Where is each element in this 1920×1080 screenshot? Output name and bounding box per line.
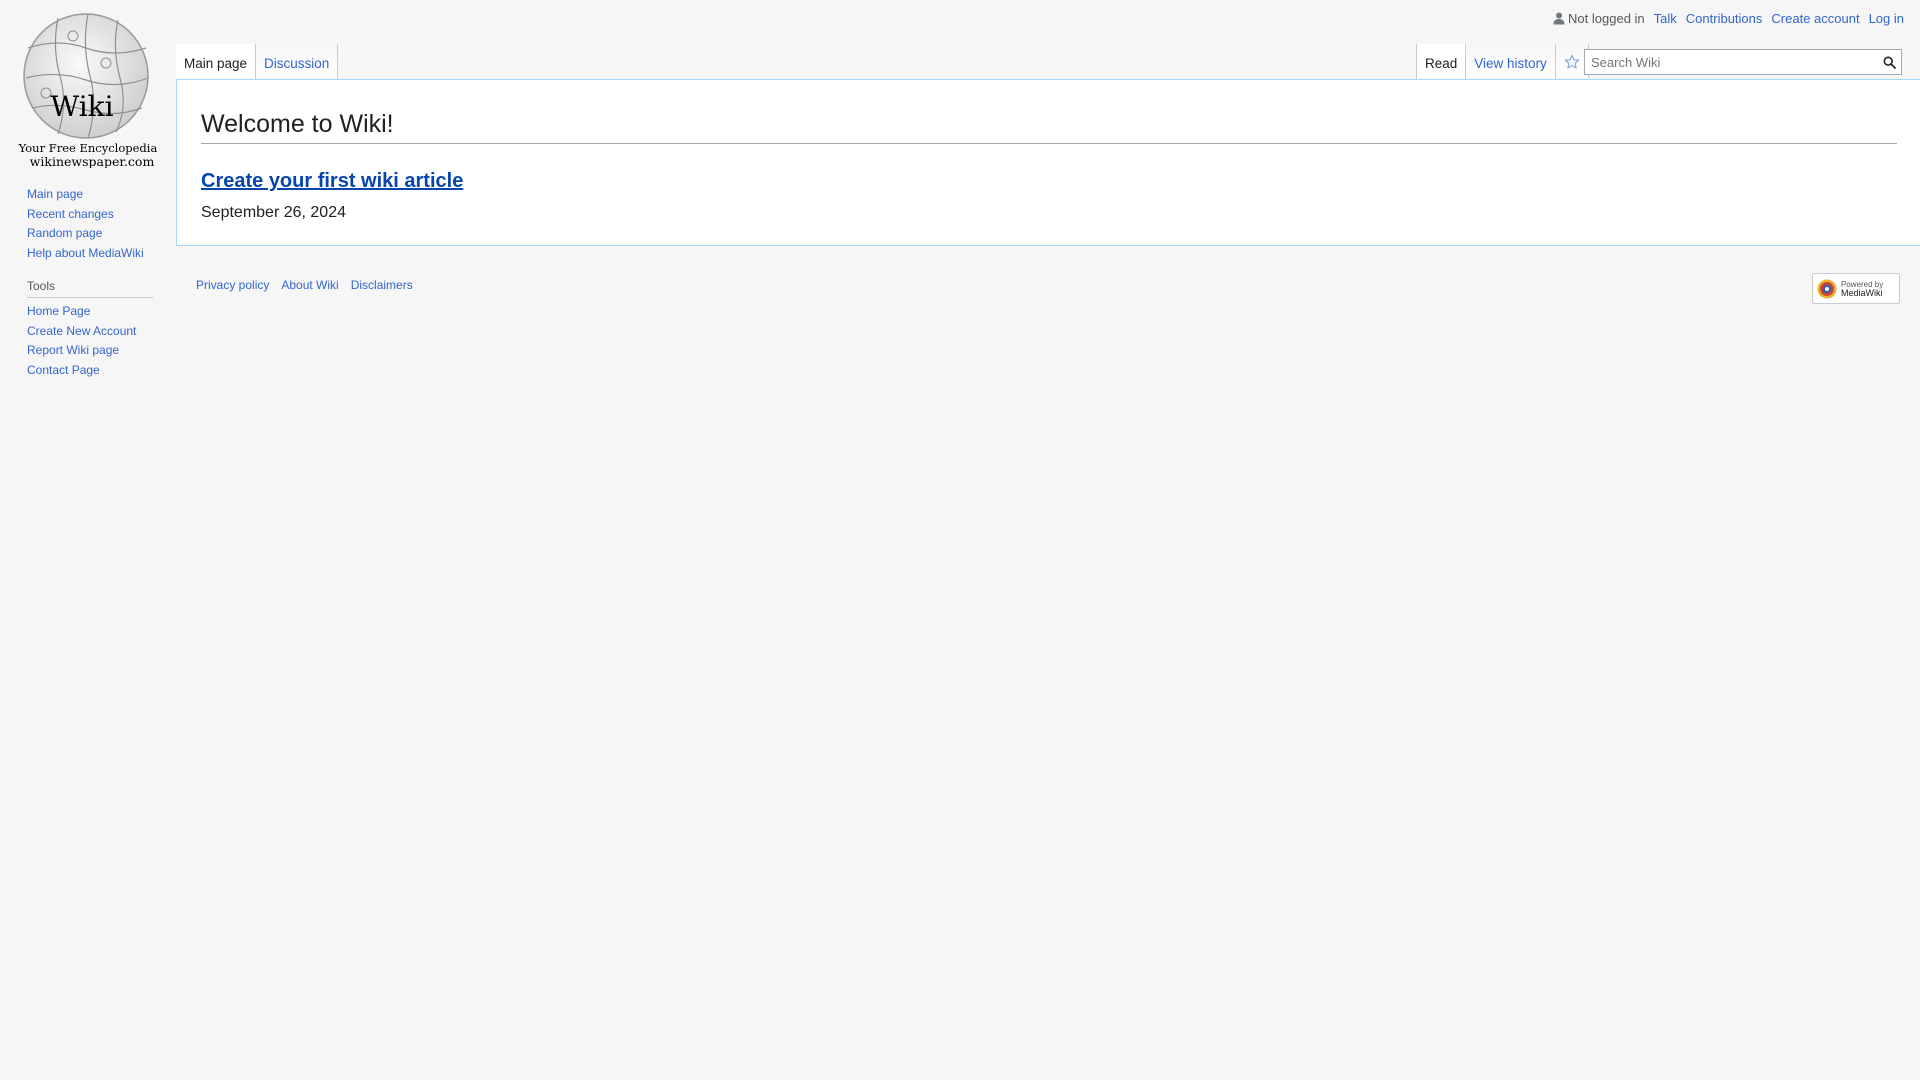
search-input[interactable]: [1585, 51, 1877, 73]
article-link[interactable]: Create your first wiki article: [201, 170, 463, 193]
user-status: Not logged in: [1553, 11, 1645, 26]
not-logged-in-label: Not logged in: [1568, 11, 1645, 26]
user-icon: [1553, 12, 1565, 25]
tools-heading: Tools: [27, 279, 153, 298]
sidebar-item-help[interactable]: Help about MediaWiki: [27, 246, 144, 260]
sidebar-item-main-page[interactable]: Main page: [27, 187, 83, 201]
mediawiki-label: MediaWiki: [1841, 287, 1883, 298]
puzzle-globe-icon: Wiki Your Free Encyclopedia wikinewspape…: [18, 13, 157, 168]
namespace-tabs: Main page Discussion: [176, 44, 339, 81]
site-logo[interactable]: Wiki Your Free Encyclopedia wikinewspape…: [18, 8, 158, 168]
sidebar: Main page Recent changes Random page Hel…: [27, 185, 155, 380]
view-tabs: Read View history: [1416, 44, 1589, 81]
logo-domain: wikinewspaper.com: [30, 154, 155, 168]
personal-tools: Not logged in Talk Contributions Create …: [1553, 11, 1904, 26]
main-content: Welcome to Wiki! Create your first wiki …: [176, 79, 1920, 246]
sidebar-item-create-new-account[interactable]: Create New Account: [27, 324, 136, 338]
navigation-menu: Main page Recent changes Random page Hel…: [27, 185, 155, 263]
search-box: [1584, 49, 1902, 75]
privacy-policy-link[interactable]: Privacy policy: [196, 278, 269, 292]
mediawiki-flower-icon: [1817, 279, 1837, 298]
logo-wordmark: Wiki: [50, 90, 113, 123]
about-wiki-link[interactable]: About Wiki: [281, 278, 338, 292]
sidebar-item-random-page[interactable]: Random page: [27, 226, 102, 240]
star-icon: [1564, 54, 1580, 69]
tab-discussion[interactable]: Discussion: [256, 44, 339, 80]
sidebar-item-report-wiki-page[interactable]: Report Wiki page: [27, 343, 119, 357]
talk-link[interactable]: Talk: [1654, 11, 1677, 26]
disclaimers-link[interactable]: Disclaimers: [351, 278, 413, 292]
footer-links: Privacy policy About Wiki Disclaimers: [196, 278, 413, 292]
logo-tagline: Your Free Encyclopedia: [18, 141, 157, 155]
log-in-link[interactable]: Log in: [1869, 11, 1904, 26]
tools-menu: Home Page Create New Account Report Wiki…: [27, 302, 155, 380]
create-account-link[interactable]: Create account: [1771, 11, 1859, 26]
sidebar-item-contact-page[interactable]: Contact Page: [27, 363, 100, 377]
page-title: Welcome to Wiki!: [201, 110, 1897, 144]
contributions-link[interactable]: Contributions: [1686, 11, 1763, 26]
sidebar-item-home-page[interactable]: Home Page: [27, 304, 90, 318]
search-button[interactable]: [1877, 50, 1901, 74]
tab-read[interactable]: Read: [1416, 44, 1467, 81]
sidebar-item-recent-changes[interactable]: Recent changes: [27, 207, 114, 221]
tab-view-history[interactable]: View history: [1466, 44, 1556, 80]
powered-by-mediawiki-badge[interactable]: Powered by MediaWiki: [1812, 273, 1900, 304]
tab-main-page[interactable]: Main page: [176, 44, 257, 81]
search-icon: [1883, 56, 1896, 69]
article-date: September 26, 2024: [201, 204, 346, 221]
